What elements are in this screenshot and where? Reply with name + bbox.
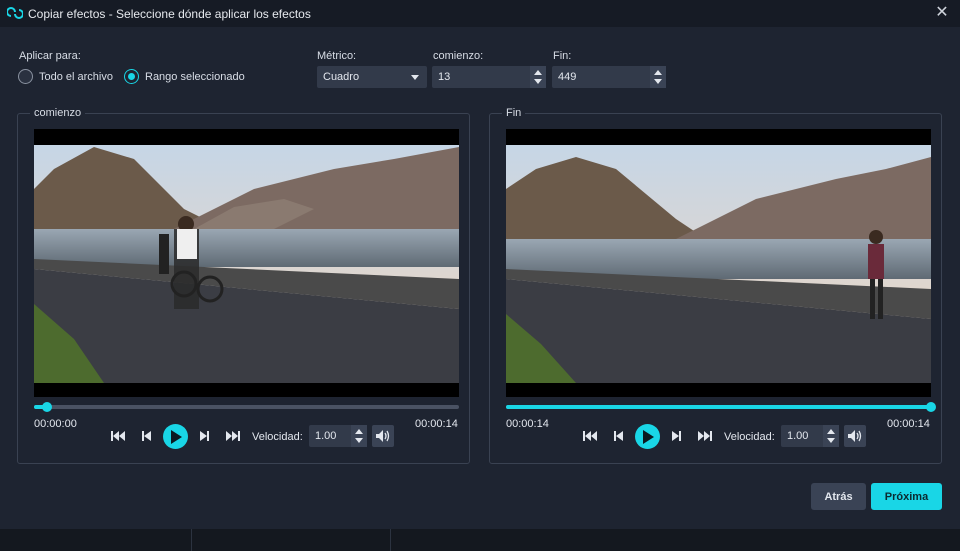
- play-icon: [170, 429, 182, 444]
- metric-value: Cuadro: [323, 71, 360, 83]
- end-current-time: 00:00:14: [506, 418, 549, 430]
- arrow-up-icon[interactable]: [827, 429, 835, 434]
- arrow-down-icon[interactable]: [534, 79, 542, 84]
- start-seek-thumb[interactable]: [41, 402, 52, 412]
- start-stepper[interactable]: [530, 66, 546, 88]
- arrow-down-icon[interactable]: [827, 438, 835, 443]
- start-video-frame: [34, 129, 459, 397]
- skip-to-end-button[interactable]: [224, 427, 242, 445]
- start-spinbox[interactable]: 13: [432, 66, 546, 88]
- volume-icon: [848, 430, 862, 442]
- end-stepper[interactable]: [650, 66, 666, 88]
- end-speed-spinbox[interactable]: 1.00: [781, 425, 839, 447]
- apply-for-label: Aplicar para:: [19, 50, 81, 62]
- end-speed-stepper[interactable]: [823, 425, 839, 447]
- start-value: 13: [438, 71, 451, 83]
- end-value: 449: [558, 71, 577, 83]
- arrow-up-icon[interactable]: [534, 70, 542, 75]
- title-bar: Copiar efectos - Seleccione dónde aplica…: [0, 0, 960, 27]
- start-label: comienzo:: [433, 50, 484, 62]
- skip-to-start-button[interactable]: [109, 427, 127, 445]
- start-current-time: 00:00:00: [34, 418, 77, 430]
- end-panel-title: Fin: [502, 107, 526, 119]
- metric-select[interactable]: Cuadro: [317, 66, 427, 88]
- end-seek-thumb[interactable]: [926, 402, 936, 412]
- close-button[interactable]: ✕: [934, 5, 950, 21]
- back-button[interactable]: Atrás: [811, 483, 866, 510]
- window-title: Copiar efectos - Seleccione dónde aplica…: [28, 7, 311, 21]
- arrow-down-icon[interactable]: [654, 79, 662, 84]
- radio-indicator: [18, 69, 33, 84]
- start-speed-stepper[interactable]: [351, 425, 367, 447]
- next-button[interactable]: Próxima: [871, 483, 942, 510]
- skip-to-end-button[interactable]: [696, 427, 714, 445]
- metric-label: Métrico:: [317, 50, 357, 62]
- previous-frame-icon: [614, 431, 623, 441]
- next-frame-button[interactable]: [195, 427, 213, 445]
- status-divider: [390, 529, 391, 551]
- start-volume-button[interactable]: [372, 425, 394, 447]
- end-seek-slider[interactable]: [506, 402, 936, 412]
- skip-to-start-icon: [583, 431, 597, 441]
- radio-indicator: [124, 69, 139, 84]
- volume-icon: [376, 430, 390, 442]
- start-video-image: [34, 129, 459, 397]
- arrow-down-icon[interactable]: [355, 438, 363, 443]
- end-video-frame: [506, 129, 931, 397]
- end-total-time: 00:00:14: [887, 418, 930, 430]
- end-speed-label: Velocidad:: [724, 431, 775, 443]
- status-divider: [191, 529, 192, 551]
- end-seek-fill: [506, 405, 931, 409]
- play-icon: [642, 429, 654, 444]
- start-speed-spinbox[interactable]: 1.00: [309, 425, 367, 447]
- radio-selected-range[interactable]: Rango seleccionado: [124, 69, 245, 84]
- skip-to-start-button[interactable]: [581, 427, 599, 445]
- skip-to-end-icon: [226, 431, 240, 441]
- next-frame-icon: [672, 431, 681, 441]
- arrow-up-icon[interactable]: [654, 70, 662, 75]
- end-volume-button[interactable]: [844, 425, 866, 447]
- skip-to-end-icon: [698, 431, 712, 441]
- end-speed-value: 1.00: [787, 430, 809, 442]
- end-label: Fin:: [553, 50, 572, 62]
- loop-icon: [7, 7, 23, 19]
- start-total-time: 00:00:14: [415, 418, 458, 430]
- chevron-down-icon: [411, 75, 419, 80]
- end-play-button[interactable]: [635, 424, 660, 449]
- next-frame-button[interactable]: [667, 427, 685, 445]
- radio-selected-range-label: Rango seleccionado: [145, 70, 245, 83]
- start-speed-value: 1.00: [315, 430, 337, 442]
- previous-frame-button[interactable]: [138, 427, 156, 445]
- start-seek-slider[interactable]: [34, 402, 459, 412]
- arrow-up-icon[interactable]: [355, 429, 363, 434]
- start-play-button[interactable]: [163, 424, 188, 449]
- status-bar: [0, 529, 960, 551]
- previous-frame-icon: [142, 431, 151, 441]
- radio-whole-file[interactable]: Todo el archivo: [18, 69, 113, 84]
- next-frame-icon: [200, 431, 209, 441]
- previous-frame-button[interactable]: [610, 427, 628, 445]
- end-spinbox[interactable]: 449: [552, 66, 666, 88]
- start-speed-label: Velocidad:: [252, 431, 303, 443]
- skip-to-start-icon: [111, 431, 125, 441]
- radio-whole-file-label: Todo el archivo: [39, 70, 113, 83]
- start-panel-title: comienzo: [30, 107, 86, 119]
- end-video-image: [506, 129, 931, 397]
